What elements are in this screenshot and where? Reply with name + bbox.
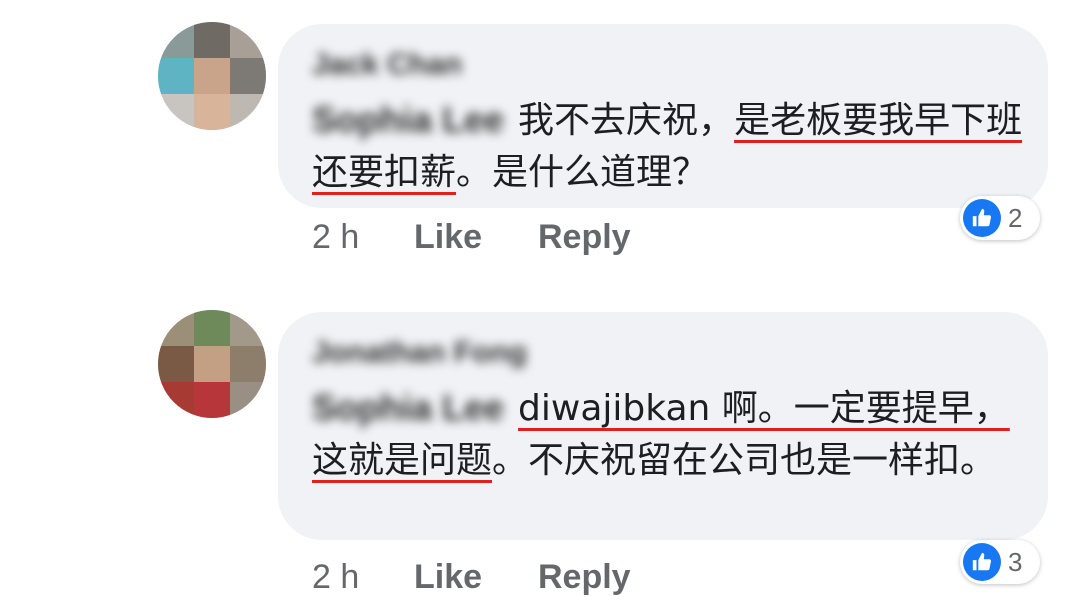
comment-author[interactable]: Jack Chan xyxy=(312,48,462,82)
reaction-badge[interactable]: 2 xyxy=(960,196,1040,240)
comment-bubble: Jonathan Fong Sophia Lee diwajibkan 啊。一定要… xyxy=(278,312,1048,540)
avatar[interactable] xyxy=(158,310,266,418)
timestamp[interactable]: 2 h xyxy=(312,212,359,262)
comment: Jonathan Fong Sophia Lee diwajibkan 啊。一定要… xyxy=(0,290,1080,614)
timestamp[interactable]: 2 h xyxy=(312,552,359,602)
avatar[interactable] xyxy=(158,22,266,130)
mention-tag[interactable]: Sophia Lee xyxy=(312,94,504,146)
mention-tag[interactable]: Sophia Lee xyxy=(312,382,504,434)
text-segment: 我不去庆祝， xyxy=(518,100,735,141)
comment: Jack Chan Sophia Lee 我不去庆祝，是老板要我早下班还要扣薪。是… xyxy=(0,0,1080,290)
comment-bubble: Jack Chan Sophia Lee 我不去庆祝，是老板要我早下班还要扣薪。是… xyxy=(278,24,1048,208)
reaction-count: 3 xyxy=(1008,547,1023,577)
comment-text: Sophia Lee diwajibkan 啊。一定要提早，这就是问题。不庆祝留在… xyxy=(312,382,1032,487)
reply-button[interactable]: Reply xyxy=(538,552,631,602)
comment-author[interactable]: Jonathan Fong xyxy=(312,336,527,370)
reply-button[interactable]: Reply xyxy=(538,212,631,262)
like-button[interactable]: Like xyxy=(414,552,482,602)
comment-text: Sophia Lee 我不去庆祝，是老板要我早下班还要扣薪。是什么道理？ xyxy=(312,94,1032,199)
reaction-badge[interactable]: 3 xyxy=(960,540,1040,584)
text-segment: 。是什么道理？ xyxy=(456,152,709,193)
like-button[interactable]: Like xyxy=(414,212,482,262)
text-segment: 。不庆祝留在公司也是一样扣。 xyxy=(492,440,997,481)
reaction-count: 2 xyxy=(1008,203,1023,233)
thumbs-up-icon xyxy=(963,199,1001,237)
thumbs-up-icon xyxy=(963,543,1001,581)
